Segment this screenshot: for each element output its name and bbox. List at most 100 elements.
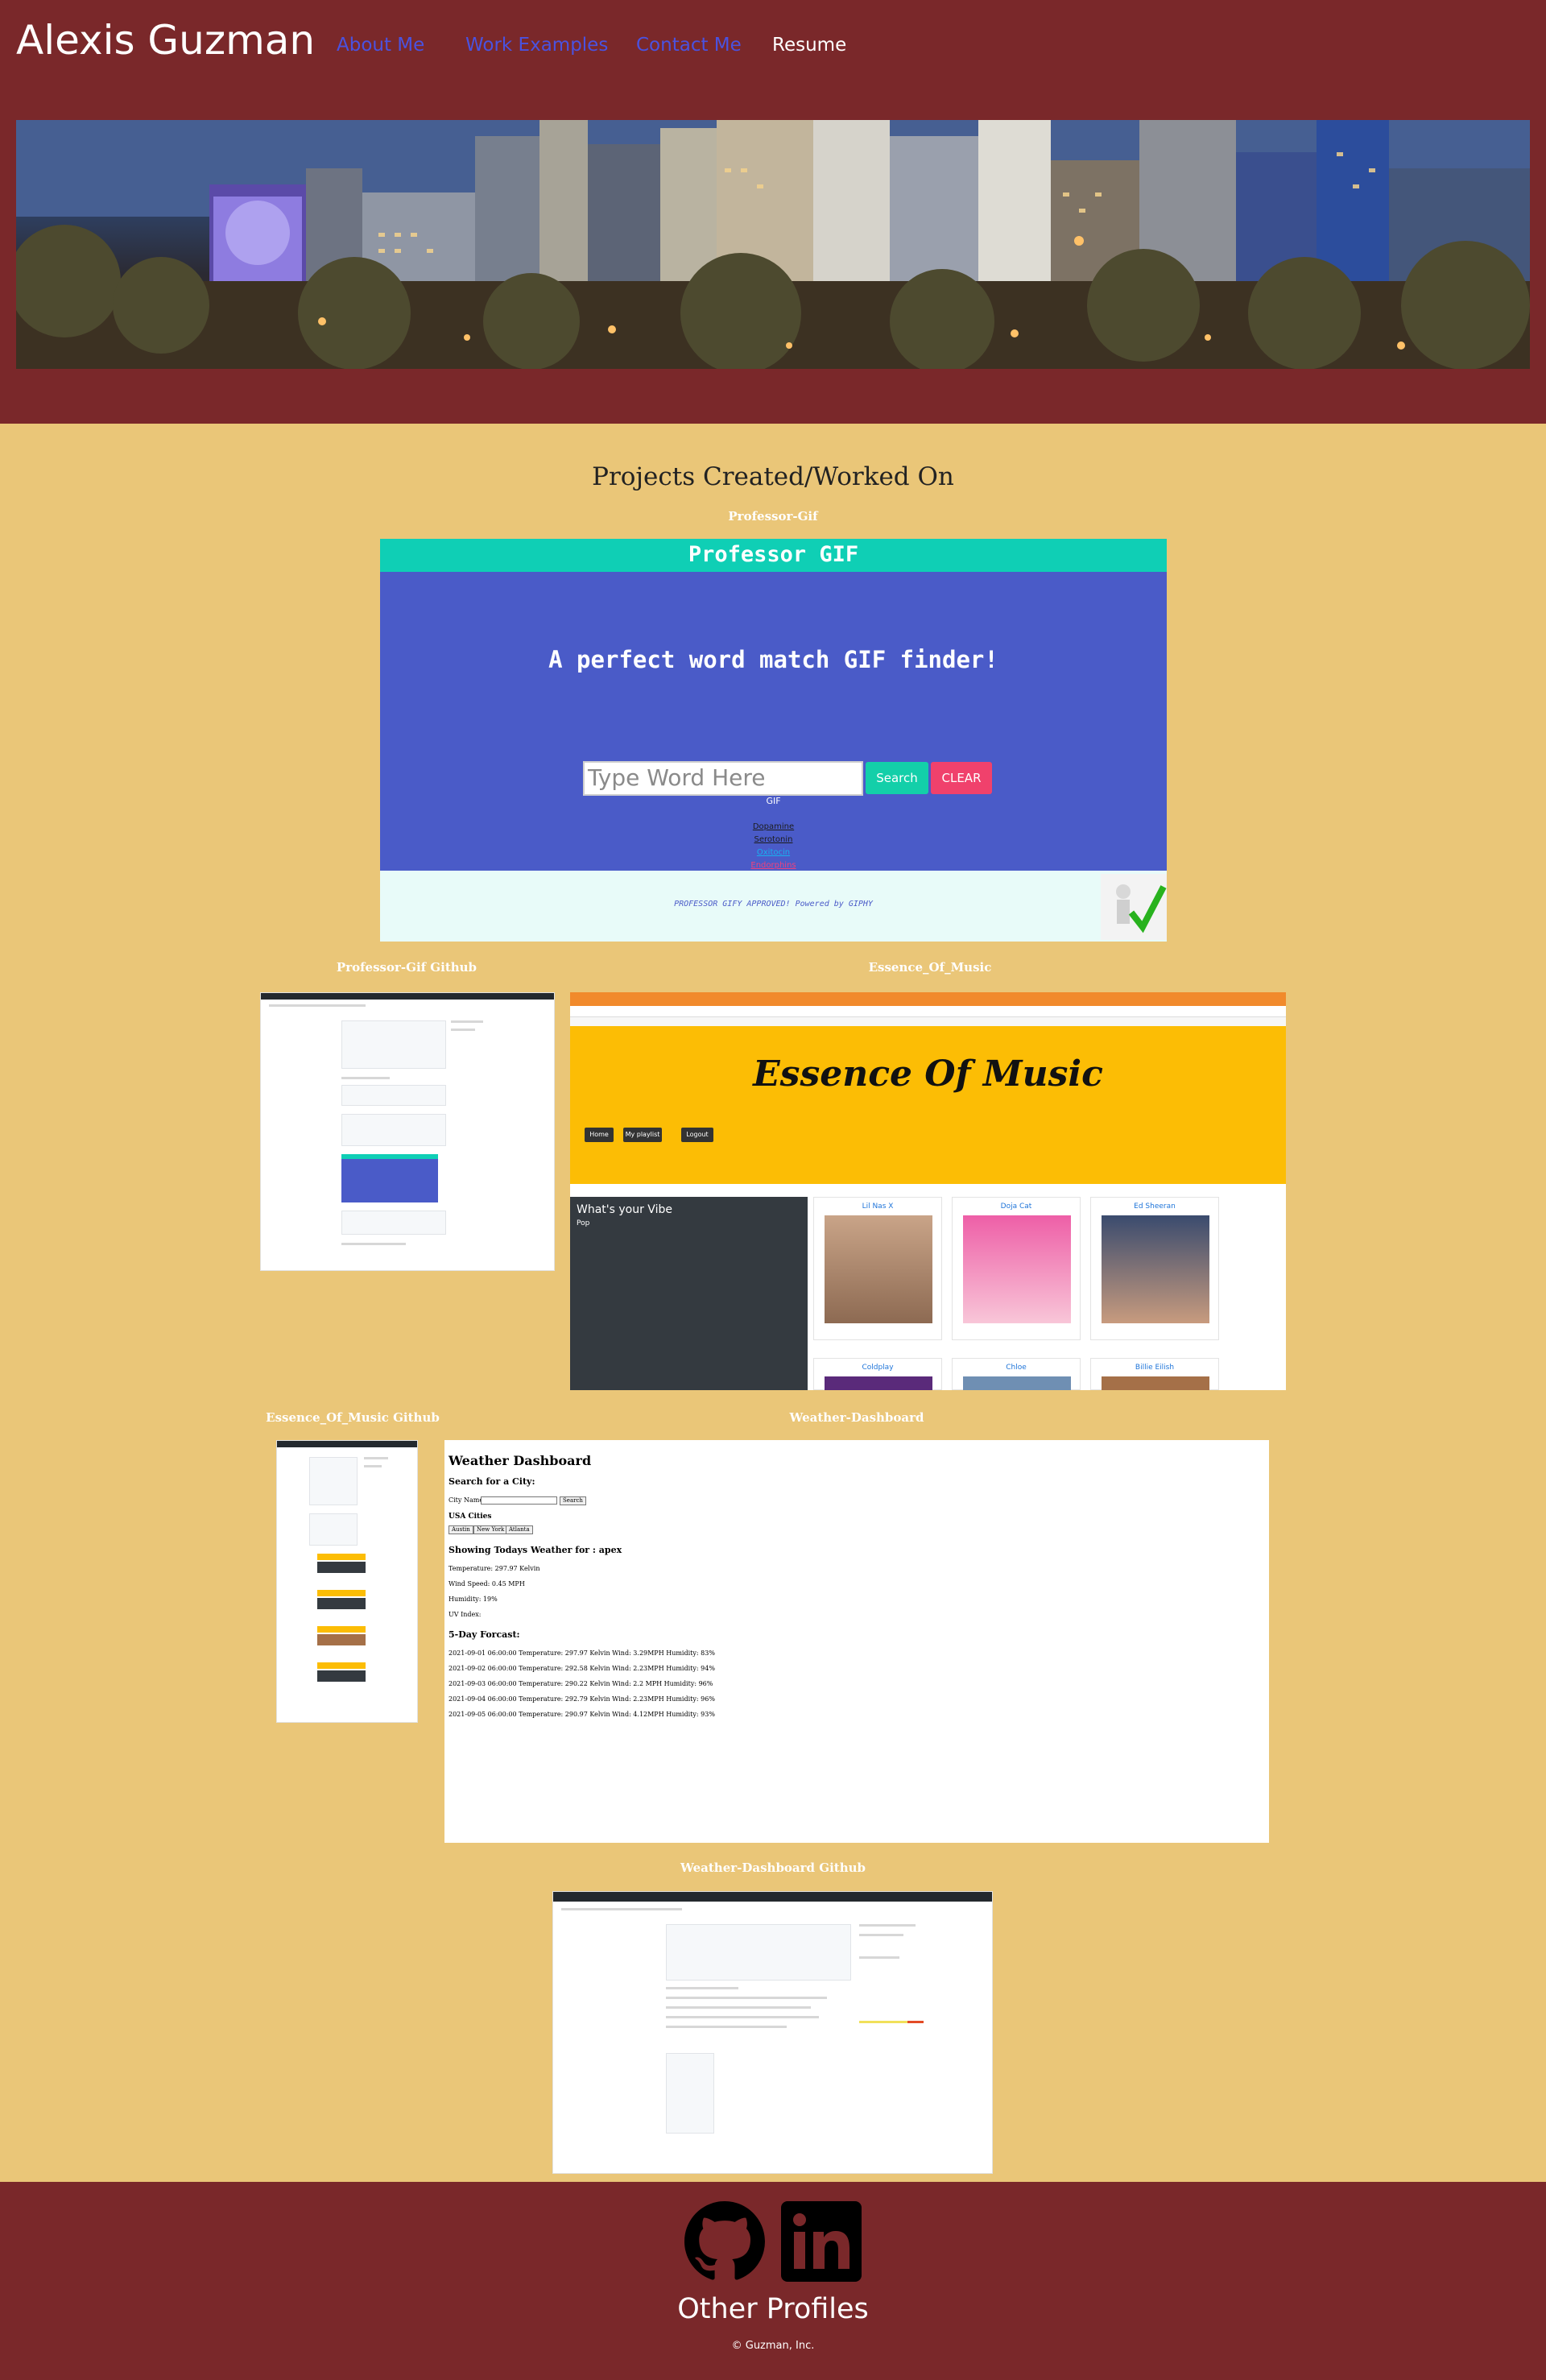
essence-of-music-screenshot[interactable]: Essence Of Music Home My playlist Logout… (570, 992, 1286, 1390)
site-footer: Other Profiles © Guzman, Inc. (0, 2182, 1546, 2380)
artist-name: Lil Nas X (862, 1202, 894, 1211)
nav-resume[interactable]: Resume (772, 32, 846, 58)
browser-tab-strip (570, 992, 1286, 1006)
github-line (364, 1465, 382, 1467)
weather-forecast-row: 2021-09-05 06:00:00 Temperature: 290.97 … (449, 1711, 715, 1718)
weather-temperature: Temperature: 297.97 Kelvin (449, 1565, 540, 1572)
artist-name: Doja Cat (1000, 1202, 1032, 1211)
artist-card: Billie Eilish (1090, 1358, 1219, 1390)
project-caption-weather-dashboard: Weather-Dashboard (789, 1410, 924, 1425)
github-line (666, 2016, 819, 2018)
professor-gif-footer-text: PROFESSOR GIFY APPROVED! Powered by GIPH… (674, 900, 873, 909)
nav-work-examples[interactable]: Work Examples (465, 32, 608, 58)
nav-contact-me[interactable]: Contact Me (636, 32, 742, 58)
checkmark-icon (1101, 874, 1167, 940)
github-readme-preview (341, 1154, 438, 1202)
github-file-list (666, 1924, 851, 1981)
github-readme-preview (317, 1598, 366, 1609)
professor-gif-footer: PROFESSOR GIFY APPROVED! Powered by GIPH… (380, 871, 1167, 942)
github-readme-preview (317, 1662, 366, 1669)
weather-forecast-row: 2021-09-01 06:00:00 Temperature: 297.97 … (449, 1649, 715, 1657)
weather-dashboard-screenshot[interactable]: Weather Dashboard Search for a City: Cit… (444, 1440, 1269, 1843)
project-caption-essence-of-music: Essence_Of_Music (868, 960, 992, 975)
essence-home-button: Home (585, 1128, 614, 1142)
artist-name: Billie Eilish (1135, 1364, 1175, 1372)
github-line (269, 1004, 366, 1007)
professor-gif-screenshot[interactable]: Professor GIF A perfect word match GIF f… (380, 539, 1167, 942)
essence-vibe-title: What's your Vibe (577, 1203, 672, 1216)
artist-card: Doja Cat (952, 1197, 1081, 1340)
github-topbar (261, 993, 554, 1000)
essence-logout-button: Logout (681, 1128, 713, 1142)
nav-about-me[interactable]: About Me (337, 32, 424, 58)
artist-name: Chloe (1006, 1364, 1027, 1372)
project-caption-professor-gif: Professor-Gif (728, 509, 818, 524)
weather-today-heading: Showing Todays Weather for : apex (449, 1545, 622, 1555)
github-line (561, 1908, 682, 1910)
github-topbar (277, 1441, 417, 1447)
weather-city-button: Austin (449, 1525, 473, 1534)
weather-city-input (481, 1496, 557, 1505)
artist-card: Coldplay (813, 1358, 942, 1390)
github-line (666, 1987, 738, 1989)
github-file-list (309, 1457, 358, 1505)
artist-photo (1102, 1215, 1209, 1323)
professor-gif-topbar: Professor GIF (380, 539, 1167, 572)
linkedin-icon[interactable] (781, 2201, 862, 2282)
weather-forecast-row: 2021-09-02 06:00:00 Temperature: 292.58 … (449, 1665, 715, 1672)
site-header: Alexis Guzman About Me Work Examples Con… (0, 0, 1546, 424)
professor-gif-github-screenshot[interactable] (260, 992, 555, 1271)
weather-city-label: City Name: (449, 1496, 486, 1504)
weather-search-button: Search (560, 1496, 586, 1505)
github-line (859, 1924, 916, 1927)
github-language-bar (907, 2021, 924, 2023)
artist-card: Ed Sheeran (1090, 1197, 1219, 1340)
weather-city-button: New York (473, 1525, 508, 1534)
section-title: Projects Created/Worked On (592, 462, 954, 491)
github-line (666, 2026, 787, 2028)
essence-vibe-sidebar: What's your Vibe Pop (570, 1197, 808, 1390)
weather-humidity: Humidity: 19% (449, 1596, 498, 1603)
github-line (341, 1243, 406, 1245)
weather-forecast-row: 2021-09-03 06:00:00 Temperature: 290.22 … (449, 1680, 713, 1687)
project-caption-essence-of-music-github: Essence_Of_Music Github (266, 1410, 440, 1425)
browser-address-bar (570, 1006, 1286, 1017)
essence-of-music-title: Essence Of Music (753, 1053, 1103, 1095)
github-line (666, 2006, 811, 2009)
project-caption-weather-dashboard-github: Weather-Dashboard Github (680, 1861, 866, 1875)
github-line (451, 1020, 483, 1023)
site-title: Alexis Guzman (16, 17, 316, 64)
artist-name: Coldplay (862, 1364, 894, 1372)
professor-gif-link: Dopamine (752, 822, 795, 831)
github-language-bar (859, 2021, 907, 2023)
github-line (666, 1997, 827, 1999)
github-line (859, 1956, 899, 1959)
github-icon[interactable] (684, 2201, 765, 2282)
github-line (364, 1457, 388, 1459)
professor-gif-gif-label: GIF (766, 796, 781, 806)
github-readme-preview (317, 1562, 366, 1573)
artist-photo (963, 1215, 1071, 1323)
github-readme-preview (317, 1634, 366, 1645)
github-box (666, 2053, 714, 2134)
weather-dashboard-github-screenshot[interactable] (552, 1891, 993, 2174)
browser-bookmarks-bar (570, 1017, 1286, 1026)
github-line (341, 1077, 390, 1079)
artist-photo (963, 1376, 1071, 1390)
city-banner-image (16, 120, 1530, 369)
artist-photo (825, 1376, 932, 1390)
footer-copyright: © Guzman, Inc. (731, 2340, 815, 2352)
professor-gif-links: Dopamine Serotonin Oxitocin Endorphins (380, 821, 1167, 872)
weather-title: Weather Dashboard (449, 1453, 592, 1468)
essence-of-music-hero: Essence Of Music Home My playlist Logout (570, 1026, 1286, 1184)
professor-gif-clear-button: CLEAR (931, 762, 992, 794)
weather-city-button: Atlanta (506, 1525, 533, 1534)
essence-of-music-github-screenshot[interactable] (276, 1440, 418, 1723)
github-line (859, 1934, 903, 1936)
professor-gif-search-input: Type Word Here (583, 761, 863, 796)
github-file-list (341, 1020, 446, 1069)
github-readme-preview (317, 1554, 366, 1560)
essence-playlist-button: My playlist (623, 1128, 662, 1142)
weather-usa-heading: USA Cities (449, 1513, 492, 1521)
github-line (451, 1029, 475, 1031)
